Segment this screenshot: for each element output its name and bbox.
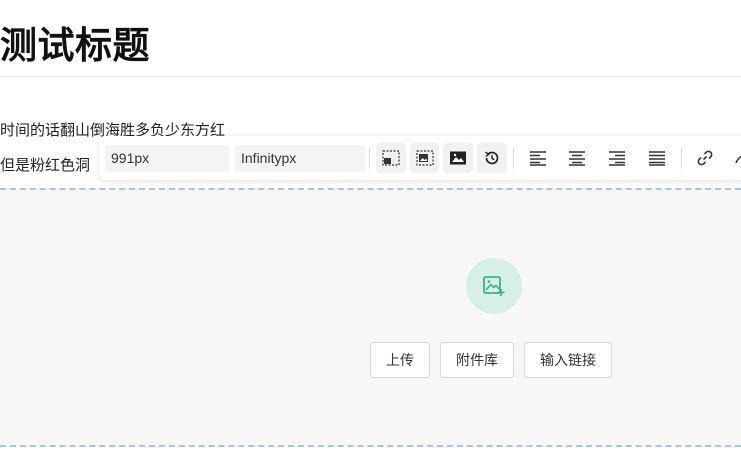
align-right-icon — [609, 151, 626, 166]
image-inline-small-icon — [382, 150, 400, 166]
title-divider — [0, 76, 741, 77]
align-right-button[interactable] — [599, 143, 635, 173]
align-left-icon — [529, 151, 546, 166]
image-toolbar — [99, 136, 741, 180]
more-button[interactable] — [727, 143, 741, 173]
image-block-button[interactable] — [443, 143, 474, 173]
align-center-icon — [569, 151, 586, 166]
toolbar-separator — [512, 147, 514, 169]
image-block-icon — [450, 151, 467, 165]
image-inline-large-button[interactable] — [409, 143, 440, 173]
link-icon — [697, 150, 713, 166]
upload-actions: 上传 附件库 输入链接 — [370, 342, 612, 378]
more-icon — [735, 155, 741, 164]
align-justify-button[interactable] — [639, 143, 675, 173]
link-button[interactable] — [688, 143, 724, 173]
page-title[interactable]: 测试标题 — [0, 22, 150, 70]
add-image-icon-circle[interactable] — [466, 258, 522, 314]
image-inline-small-button[interactable] — [375, 143, 406, 173]
height-input[interactable] — [235, 144, 365, 172]
reset-icon — [485, 151, 499, 165]
image-upload-block[interactable]: 上传 附件库 输入链接 — [0, 188, 741, 447]
toolbar-separator — [369, 147, 370, 169]
reset-button[interactable] — [477, 143, 507, 173]
upload-button[interactable]: 上传 — [370, 342, 430, 378]
add-image-icon — [483, 276, 505, 296]
insert-link-button[interactable]: 输入链接 — [524, 342, 612, 378]
attachment-library-button[interactable]: 附件库 — [440, 342, 514, 378]
width-input[interactable] — [105, 144, 229, 172]
image-inline-large-icon — [415, 150, 434, 166]
align-justify-icon — [648, 151, 665, 166]
toolbar-separator — [680, 147, 682, 169]
align-center-button[interactable] — [560, 143, 596, 173]
align-left-button[interactable] — [520, 143, 556, 173]
paragraph-2[interactable]: 但是粉红色洞 — [0, 155, 90, 177]
